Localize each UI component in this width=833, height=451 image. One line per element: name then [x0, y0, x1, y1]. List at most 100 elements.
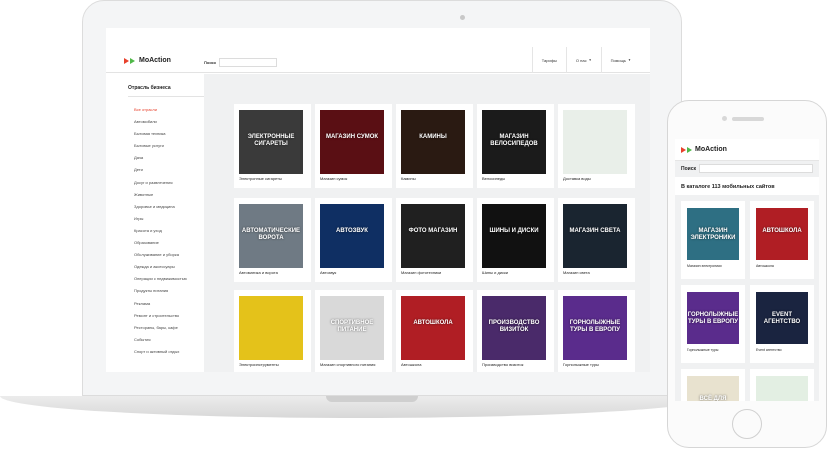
tile-title: АВТОШКОЛА — [413, 320, 453, 327]
nav-item-label: О нас — [575, 57, 587, 63]
sidebar-item[interactable]: Животные — [134, 189, 187, 201]
template-caption: Горнолыжные туры — [687, 348, 719, 352]
sidebar-item[interactable]: События — [134, 334, 187, 346]
phone-template-grid: МАГАЗИН ЭЛЕКТРОНИКИ Магазин электроники АВ… — [675, 195, 819, 401]
sidebar-item[interactable]: Бытовая техника — [134, 128, 187, 140]
phone-search: Поиск — [675, 161, 819, 177]
sidebar-item[interactable]: Ремонт и строительство — [134, 310, 187, 322]
template-card[interactable]: МАГАЗИН ВЕЛОСИПЕДОВ Велосипеды — [477, 104, 554, 188]
search-input[interactable] — [219, 58, 278, 67]
template-thumbnail: КАМИНЫ — [401, 110, 465, 174]
template-card[interactable]: АВТОШКОЛА Автошкола — [750, 201, 814, 279]
template-card[interactable]: ФОТО МАГАЗИН Магазин фототехники — [396, 198, 473, 282]
template-card[interactable]: ГОРНОЛЫЖНЫЕ ТУРЫ В ЕВРОПУ Горнолыжные тур… — [558, 290, 635, 372]
sidebar-item[interactable]: Реклама — [134, 298, 187, 310]
nav-item-help[interactable]: Помощь ▼ — [600, 47, 640, 73]
template-caption: Автошкола — [401, 362, 422, 367]
phone-logo[interactable]: MoAction — [681, 146, 727, 153]
template-thumbnail: МАГАЗИН СУМОК — [320, 110, 384, 174]
site-header: MoAction Поиск Тарифы О нас ▼ Помощь ▼ — [106, 28, 650, 73]
template-card[interactable]: МАГАЗИН ЭЛЕКТРОНИКИ Магазин электроники — [681, 201, 745, 279]
template-card[interactable]: ВСЁ ДЛЯ РЫБАЛКИ — [681, 369, 745, 401]
template-card[interactable]: ГОРНОЛЫЖНЫЕ ТУРЫ В ЕВРОПУ Горнолыжные тур… — [681, 285, 745, 363]
logo-icon — [124, 57, 135, 64]
nav-item-tariffs[interactable]: Тарифы — [531, 47, 566, 73]
template-caption: Автоматика и ворота — [239, 270, 278, 275]
sidebar-list: Все отрасли Автомобили Бытовая техника Быто… — [134, 104, 187, 358]
template-caption: Велосипеды — [482, 176, 506, 181]
template-card[interactable]: Электроинструменты — [234, 290, 311, 372]
template-card[interactable]: ПРОИЗВОДСТВО ВИЗИТОК Производство визиток — [477, 290, 554, 372]
logo[interactable]: MoAction — [124, 57, 171, 64]
sidebar-item[interactable]: Образование — [134, 237, 187, 249]
template-card[interactable] — [750, 369, 814, 401]
search-input[interactable] — [699, 164, 813, 173]
tile-title: МАГАЗИН СВЕТА — [569, 228, 621, 235]
sidebar-title: Отрасль бизнеса — [128, 85, 171, 91]
nav-item-label: Помощь — [610, 57, 627, 63]
sidebar-item[interactable]: Красота и уход — [134, 225, 187, 237]
sidebar-item[interactable]: Продукты питания — [134, 285, 187, 297]
sidebar-item[interactable]: Бытовые услуги — [134, 140, 187, 152]
template-thumbnail: ГОРНОЛЫЖНЫЕ ТУРЫ В ЕВРОПУ — [563, 296, 627, 360]
template-card[interactable]: АВТОЗВУК Автозвук — [315, 198, 392, 282]
template-card[interactable]: АВТОМАТИЧЕСКИЕ ВОРОТА Автоматика и ворота — [234, 198, 311, 282]
tile-title: ФОТО МАГАЗИН — [408, 228, 458, 235]
search: Поиск — [204, 58, 278, 67]
tile-title: АВТОМАТИЧЕСКИЕ ВОРОТА — [241, 228, 301, 242]
tile-title: ПРОИЗВОДСТВО ВИЗИТОК — [488, 320, 540, 334]
template-caption: Магазин фототехники — [401, 270, 442, 275]
sidebar-item[interactable]: Операции с недвижимостью — [134, 273, 187, 285]
phone-screen: MoAction Поиск В каталоге 113 мобильных … — [675, 139, 819, 401]
sidebar-item[interactable]: Автомобили — [134, 116, 187, 128]
phone-header: MoAction — [675, 139, 819, 161]
template-thumbnail — [563, 110, 627, 174]
caret-down-icon: ▼ — [588, 58, 592, 62]
phone-speaker — [732, 117, 764, 121]
catalog-title: В каталоге 113 мобильных сайтов — [681, 184, 775, 190]
sidebar-item[interactable]: Досуг и развлечения — [134, 177, 187, 189]
template-card[interactable]: АВТОШКОЛА Автошкола — [396, 290, 473, 372]
sidebar-item[interactable]: Игры — [134, 213, 187, 225]
sidebar-item[interactable]: Одежда и аксессуары — [134, 261, 187, 273]
template-thumbnail: АВТОШКОЛА — [756, 208, 808, 260]
template-caption: Камины — [401, 176, 416, 181]
logo-icon — [681, 146, 692, 153]
sidebar-item[interactable]: Спорт и активный отдых — [134, 346, 187, 358]
template-thumbnail: МАГАЗИН ЭЛЕКТРОНИКИ — [687, 208, 739, 260]
sidebar-item[interactable]: Дача — [134, 152, 187, 164]
divider — [128, 96, 204, 97]
template-caption: Магазин электроники — [687, 264, 722, 268]
search-label: Поиск — [204, 60, 217, 65]
sidebar-item[interactable]: Дети — [134, 164, 187, 176]
template-card[interactable]: ШИНЫ И ДИСКИ Шины и диски — [477, 198, 554, 282]
sidebar-item[interactable]: Здоровье и медицина — [134, 201, 187, 213]
laptop-notch — [326, 396, 418, 402]
template-card[interactable]: КАМИНЫ Камины — [396, 104, 473, 188]
home-button[interactable] — [732, 409, 762, 439]
template-card[interactable]: ЭЛЕКТРОННЫЕ СИГАРЕТЫ Электронные сигареты — [234, 104, 311, 188]
nav-item-about[interactable]: О нас ▼ — [565, 47, 601, 73]
template-caption: Автошкола — [756, 264, 774, 268]
tile-title: МАГАЗИН ЭЛЕКТРОНИКИ — [690, 227, 736, 241]
sidebar-item[interactable]: Рестораны, бары, кафе — [134, 322, 187, 334]
sidebar-item[interactable]: Обслуживание и уборка — [134, 249, 187, 261]
template-caption: Магазин спортивного питания — [320, 362, 376, 367]
template-thumbnail: ПРОИЗВОДСТВО ВИЗИТОК — [482, 296, 546, 360]
template-card[interactable]: МАГАЗИН СУМОК Магазин сумок — [315, 104, 392, 188]
nav-item-label: Тарифы — [541, 57, 557, 63]
template-card[interactable]: МАГАЗИН СВЕТА Магазин света — [558, 198, 635, 282]
template-thumbnail: ФОТО МАГАЗИН — [401, 204, 465, 268]
template-card[interactable]: EVENT АГЕНТСТВО Event агентство — [750, 285, 814, 363]
tile-title: АВТОШКОЛА — [762, 227, 802, 234]
template-thumbnail: ГОРНОЛЫЖНЫЕ ТУРЫ В ЕВРОПУ — [687, 292, 739, 344]
tile-title: EVENT АГЕНТСТВО — [763, 311, 801, 325]
search-label: Поиск — [681, 166, 697, 172]
template-card[interactable]: СПОРТИВНОЕ ПИТАНИЕ Магазин спортивного пи… — [315, 290, 392, 372]
template-thumbnail: ЭЛЕКТРОННЫЕ СИГАРЕТЫ — [239, 110, 303, 174]
tile-title: ВСЁ ДЛЯ РЫБАЛКИ — [699, 395, 727, 401]
template-thumbnail: ВСЁ ДЛЯ РЫБАЛКИ — [687, 376, 739, 401]
sidebar-item[interactable]: Все отрасли — [134, 104, 187, 116]
template-card[interactable]: Доставка воды — [558, 104, 635, 188]
tile-title: КАМИНЫ — [419, 134, 447, 141]
